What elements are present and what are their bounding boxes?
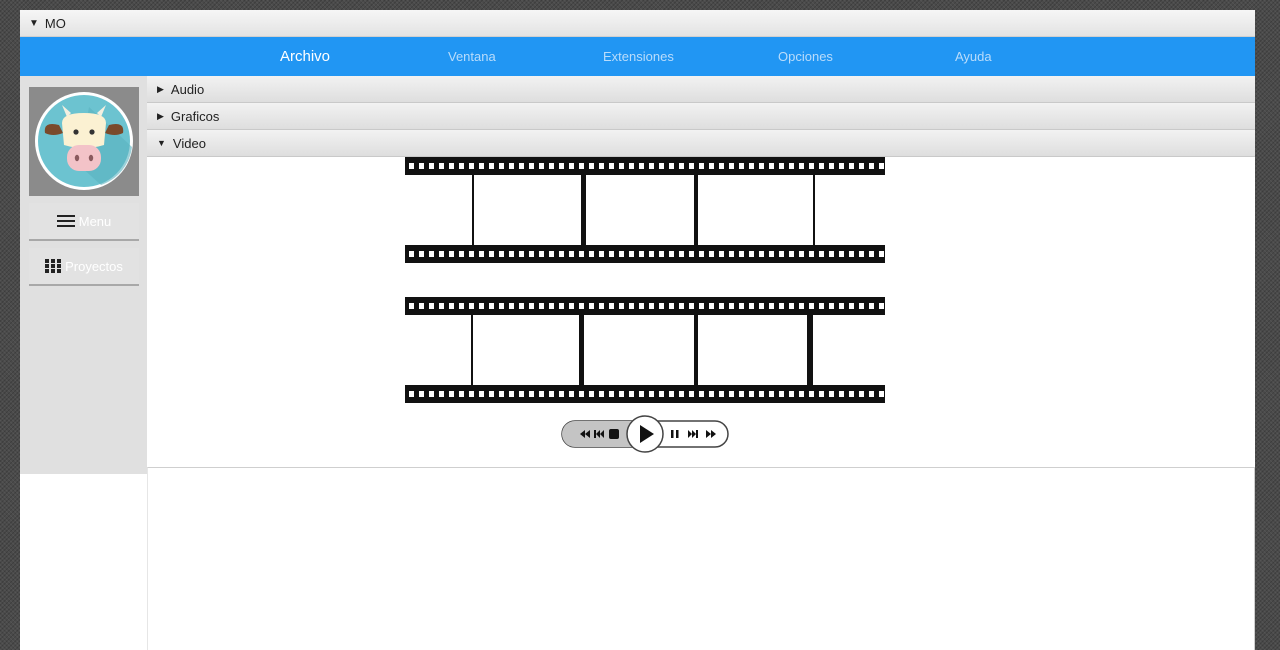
projects-button-label: Proyectos [65, 258, 123, 274]
output-area[interactable] [147, 467, 1255, 650]
filmstrip-image [405, 157, 885, 263]
app-window: ▼ MO Archivo Ventana Extensiones Opcione… [20, 10, 1255, 650]
filmstrip-image [405, 297, 885, 403]
avatar[interactable] [29, 87, 139, 196]
hamburger-icon [56, 215, 75, 227]
menu-button[interactable]: Menu [29, 203, 139, 241]
video-panel-content [147, 157, 1255, 464]
menu-item-ayuda[interactable]: Ayuda [955, 37, 992, 76]
panel-video-label: Video [172, 135, 206, 151]
player-controls [560, 415, 731, 453]
grid-icon [45, 259, 62, 273]
expand-triangle-icon: ▶ [157, 83, 164, 94]
stop-icon[interactable] [609, 429, 619, 439]
menu-item-extensiones[interactable]: Extensiones [603, 37, 674, 76]
menu-item-opciones[interactable]: Opciones [778, 37, 833, 76]
menu-item-ventana[interactable]: Ventana [448, 37, 496, 76]
projects-button[interactable]: Proyectos [29, 248, 139, 286]
cow-face-icon [35, 92, 133, 190]
menu-item-archivo[interactable]: Archivo [280, 37, 330, 76]
collapse-triangle-icon: ▼ [157, 138, 166, 148]
collapse-caret-icon[interactable]: ▼ [29, 18, 39, 29]
window-titlebar[interactable]: ▼ MO [20, 10, 1255, 37]
panel-audio-header[interactable]: ▶ Audio [147, 76, 1255, 103]
play-icon[interactable] [626, 415, 664, 453]
panel-audio-label: Audio [170, 81, 205, 97]
menu-bar: Archivo Ventana Extensiones Opciones Ayu… [20, 37, 1255, 76]
panel-graficos-header[interactable]: ▶ Graficos [147, 103, 1255, 130]
menu-button-label: Menu [78, 213, 112, 229]
bottom-left-area [20, 474, 147, 650]
sidebar: Menu Proyectos [20, 76, 147, 474]
accordion-panels: ▶ Audio ▶ Graficos ▼ Video [147, 76, 1255, 464]
expand-triangle-icon: ▶ [157, 110, 164, 121]
window-title: MO [44, 15, 66, 31]
panel-graficos-label: Graficos [170, 108, 220, 124]
panel-video-header[interactable]: ▼ Video [147, 130, 1255, 157]
